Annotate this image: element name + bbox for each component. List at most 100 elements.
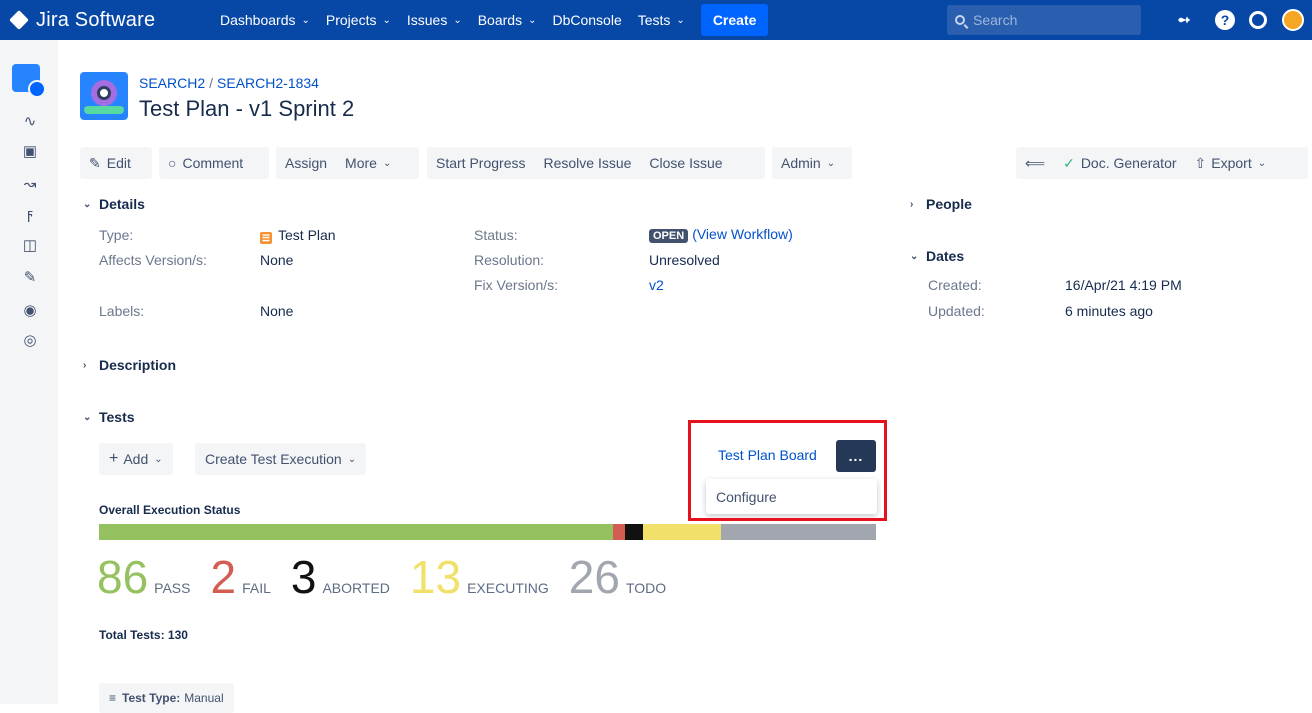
status-label-aborted: ABORTED: [322, 580, 390, 596]
assign-more-group: Assign More ⌄: [276, 147, 419, 179]
announcement-icon[interactable]: ➻: [1172, 8, 1196, 32]
board-icon[interactable]: ▣: [20, 142, 40, 162]
breadcrumb: SEARCH2/SEARCH2-1834: [139, 75, 319, 91]
workflow-group: Start Progress Resolve Issue Close Issue: [427, 147, 765, 179]
status-bar-segment-pass: [99, 524, 613, 540]
user-avatar[interactable]: [1282, 9, 1304, 31]
tests-toggle[interactable]: ⌄ Tests: [83, 409, 135, 425]
add-label: Add: [123, 451, 149, 467]
view-workflow-link[interactable]: (View Workflow): [692, 226, 793, 242]
breadcrumb-issue[interactable]: SEARCH2-1834: [217, 75, 319, 91]
resolution-value: Unresolved: [649, 252, 720, 268]
resolve-issue-button[interactable]: Resolve Issue: [534, 147, 640, 179]
type-value: ☰ Test Plan: [260, 227, 336, 244]
status-label-executing: EXECUTING: [467, 580, 549, 596]
project-settings-icon[interactable]: ◎: [20, 331, 40, 351]
share-button[interactable]: ⟸: [1016, 147, 1054, 179]
brand-name: Jira Software: [36, 8, 156, 31]
settings-icon[interactable]: [1249, 11, 1267, 29]
chevron-down-icon: ⌄: [453, 14, 462, 26]
nav-label: Issues: [406, 12, 448, 28]
chevron-down-icon: ⌄: [676, 14, 685, 26]
plus-icon: +: [109, 450, 119, 467]
export-button[interactable]: ⇧ Export ⌄: [1186, 147, 1276, 179]
test-plan-icon: ☰: [260, 232, 272, 244]
chevron-down-icon: ⌄: [382, 14, 391, 26]
project-avatar[interactable]: [12, 64, 46, 98]
description-toggle[interactable]: › Description: [83, 357, 176, 373]
reports-icon[interactable]: ↝: [20, 175, 40, 195]
type-value-text: Test Plan: [278, 227, 336, 243]
components-icon[interactable]: ◫: [20, 236, 40, 256]
labels-label: Labels:: [99, 303, 145, 319]
comment-button[interactable]: ○ Comment: [159, 147, 269, 179]
people-toggle[interactable]: › People: [910, 196, 972, 212]
create-test-execution-label: Create Test Execution: [205, 451, 342, 467]
nav-issues[interactable]: Issues ⌄: [407, 12, 462, 28]
more-label: More: [345, 155, 377, 171]
close-issue-button[interactable]: Close Issue: [640, 147, 731, 179]
releases-icon[interactable]: ϝ: [20, 205, 40, 225]
admin-button[interactable]: Admin ⌄: [772, 147, 852, 179]
archive-icon[interactable]: ◉: [20, 301, 40, 321]
search-input[interactable]: Search: [947, 5, 1141, 35]
nav-boards[interactable]: Boards ⌄: [478, 12, 537, 28]
chevron-right-icon: ›: [910, 198, 914, 210]
search-placeholder: Search: [973, 12, 1018, 28]
comment-label: Comment: [182, 155, 244, 171]
activity-icon[interactable]: ∿: [20, 112, 40, 132]
status-bar-segment-executing: [642, 524, 721, 540]
lightning-icon: ✓: [1063, 154, 1075, 171]
status-bar-segment-aborted: [624, 524, 643, 540]
more-button[interactable]: More ⌄: [336, 147, 400, 179]
comment-icon: ○: [168, 155, 177, 171]
test-type-filter[interactable]: ≡ Test Type: Manual: [99, 683, 234, 713]
help-icon[interactable]: ?: [1215, 10, 1235, 30]
fix-version-link[interactable]: v2: [649, 277, 664, 293]
doc-generator-button[interactable]: ✓ Doc. Generator: [1054, 147, 1185, 179]
dates-toggle[interactable]: ⌄ Dates: [910, 248, 964, 264]
nav-dbconsole[interactable]: DbConsole: [552, 12, 621, 28]
pencil-icon: ✎: [89, 154, 101, 171]
nav-projects[interactable]: Projects ⌄: [326, 12, 391, 28]
breadcrumb-project[interactable]: SEARCH2: [139, 75, 205, 91]
admin-label: Admin: [781, 155, 821, 171]
jira-logo[interactable]: Jira Software: [8, 9, 220, 32]
export-icon: ⇧: [1194, 154, 1207, 171]
assign-button[interactable]: Assign: [276, 147, 336, 179]
create-test-execution-button[interactable]: Create Test Execution ⌄: [195, 443, 367, 475]
status-count-todo: 26: [568, 551, 620, 603]
chevron-down-icon: ⌄: [301, 14, 310, 26]
edit-label: Edit: [106, 155, 131, 171]
updated-label: Updated:: [928, 303, 985, 319]
chevron-down-icon: ⌄: [1257, 157, 1267, 169]
fix-version-label: Fix Version/s:: [474, 277, 559, 293]
status-count-aborted: 3: [290, 551, 317, 603]
updated-value: 6 minutes ago: [1065, 303, 1153, 319]
description-heading: Description: [99, 357, 177, 373]
create-button[interactable]: Create: [700, 4, 769, 36]
top-navigation: Jira Software Dashboards ⌄ Projects ⌄ Issu…: [0, 0, 1312, 40]
doc-generator-label: Doc. Generator: [1080, 155, 1177, 171]
status-count-pass: 86: [97, 551, 149, 603]
edit-button[interactable]: ✎ Edit: [80, 147, 152, 179]
test-type-value: Manual: [184, 691, 224, 705]
test-repository-icon[interactable]: ✎: [20, 268, 40, 288]
share-icon: ⟸: [1025, 154, 1046, 171]
start-progress-button[interactable]: Start Progress: [427, 147, 534, 179]
chevron-down-icon: ⌄: [83, 411, 92, 423]
export-label: Export: [1211, 155, 1252, 171]
affects-version-label: Affects Version/s:: [99, 252, 207, 268]
status-badge: OPEN: [649, 229, 689, 243]
issue-project-avatar: [80, 72, 128, 120]
jira-diamond-icon: [9, 10, 29, 30]
chevron-down-icon: ⌄: [910, 250, 919, 262]
start-progress-label: Start Progress: [436, 155, 526, 171]
add-button[interactable]: + Add ⌄: [99, 443, 173, 475]
nav-tests[interactable]: Tests ⌄: [638, 12, 685, 28]
nav-dashboards[interactable]: Dashboards ⌄: [220, 12, 310, 28]
status-bar-segment-todo: [720, 524, 876, 540]
resolve-issue-label: Resolve Issue: [543, 155, 632, 171]
right-toolbar-group: ⟸ ✓ Doc. Generator ⇧ Export ⌄: [1016, 147, 1308, 179]
details-toggle[interactable]: ⌄ Details: [83, 196, 145, 212]
